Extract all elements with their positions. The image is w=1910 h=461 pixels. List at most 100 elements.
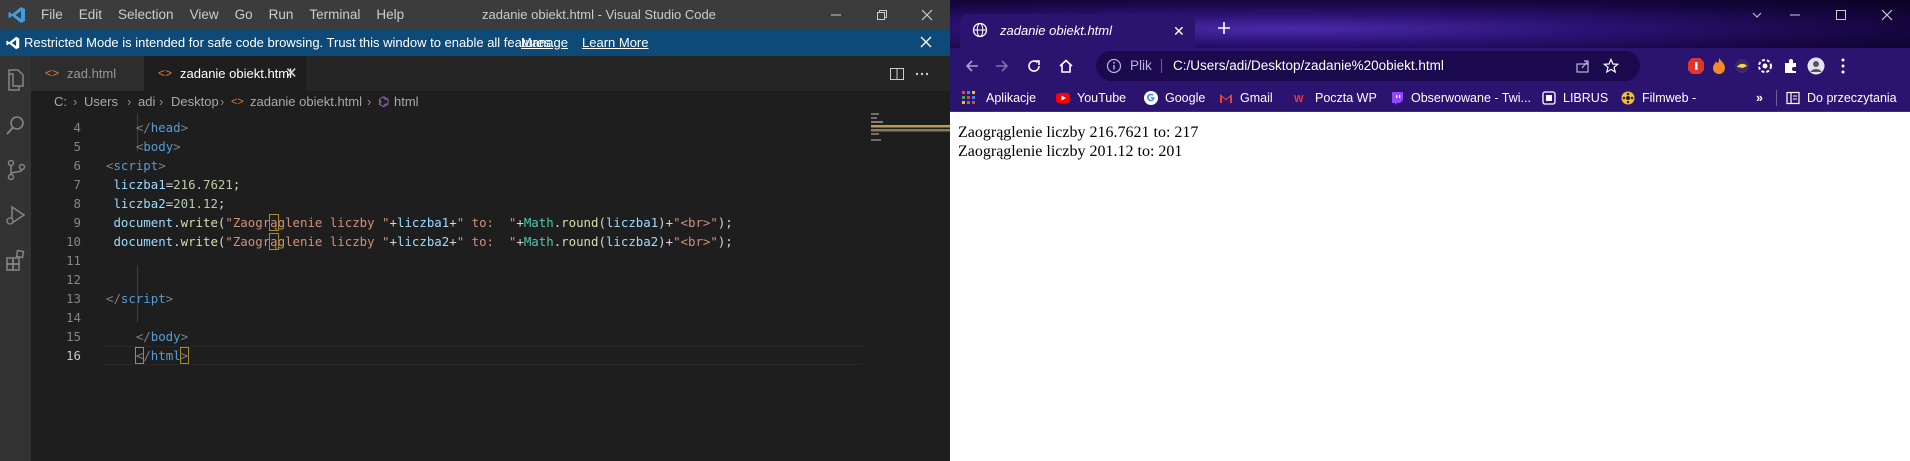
bookmark-filmweb[interactable]: Filmweb - [1621,84,1706,112]
breadcrumb-item[interactable]: C: [54,91,67,113]
close-icon[interactable] [918,34,934,50]
code-line[interactable]: 14 [31,308,831,327]
code-token: liczba2 [605,234,659,249]
breadcrumb-item[interactable]: zadanie obiekt.html [250,91,362,113]
manage-link[interactable]: Manage [521,30,568,56]
code-line[interactable]: 11 [31,251,831,270]
menu-edit[interactable]: Edit [71,0,110,30]
breadcrumb-item[interactable]: html [394,91,419,113]
browser-tab[interactable]: zadanie obiekt.html ✕ [960,14,1195,48]
code-text: </head> [106,118,188,137]
back-button[interactable] [960,54,984,78]
profile-avatar-icon[interactable] [1807,57,1825,75]
learn-more-link[interactable]: Learn More [582,30,648,56]
extension-adblock-icon[interactable] [1687,57,1705,75]
tab-zadanie-obiekt-html[interactable]: <> zadanie obiekt.html ✕ [144,56,306,91]
bookmark-poczta-wp[interactable]: W Poczta WP [1294,84,1389,112]
code-line[interactable]: 8 liczba2=201.12; [31,194,831,213]
code-line[interactable]: 4 </head> [31,118,831,137]
code-line[interactable]: 13 </script> [31,289,831,308]
bookmark-google[interactable]: Google [1144,84,1219,112]
split-editor-icon[interactable] [889,66,905,82]
reload-button[interactable] [1022,54,1046,78]
code-line[interactable]: 9 document.write("Zaogrąglenie liczby "+… [31,213,831,232]
code-token: > [180,120,189,135]
minimap[interactable] [871,113,950,143]
info-icon[interactable] [1106,58,1122,74]
code-line[interactable]: 15 </body> [31,327,831,346]
menu-terminal[interactable]: Terminal [301,0,368,30]
code-token: glenie liczby " [277,234,390,249]
reading-list-button[interactable]: Do przeczytania [1786,84,1910,112]
youtube-icon [1056,93,1070,103]
breadcrumb-item[interactable]: adi [138,91,155,113]
extension-fire-icon[interactable] [1710,57,1728,75]
menu-go[interactable]: Go [227,0,261,30]
code-line[interactable]: 5 <body> [31,137,831,156]
window-title: zadanie obiekt.html - Visual Studio Code [482,7,716,22]
restore-icon [877,10,887,20]
page-content: Zaogrąglenie liczby 216.7621 to: 217 Zao… [950,113,1910,461]
run-debug-icon[interactable] [3,202,29,228]
menu-view[interactable]: View [182,0,227,30]
close-window-button[interactable] [904,0,950,30]
editor-tabs: <> zad.html <> zadanie obiekt.html ✕ [31,56,950,91]
url-text[interactable]: C:/Users/adi/Desktop/zadanie%20obiekt.ht… [1173,51,1444,81]
new-tab-button[interactable] [1212,18,1236,42]
star-icon[interactable] [1603,58,1619,74]
extensions-puzzle-icon[interactable] [1782,57,1800,75]
share-icon[interactable] [1575,58,1591,74]
bookmark-gmail[interactable]: Gmail [1219,84,1289,112]
code-token: "Zaogr [225,215,271,230]
code-token: body [150,329,181,344]
breadcrumb-item[interactable]: Users [84,91,118,113]
code-token: ( [598,215,606,230]
extension-bird-icon[interactable] [1733,57,1751,75]
code-line[interactable]: 6 <script> [31,156,831,175]
code-token: glenie liczby " [277,215,390,230]
bookmark-twitch[interactable]: Obserwowane - Twi... [1390,84,1540,112]
line-number: 8 [73,196,81,211]
tab-label: zadanie obiekt.html [180,66,293,81]
bookmark-librus[interactable]: LIBRUS [1542,84,1617,112]
address-bar[interactable]: Plik C:/Users/adi/Desktop/zadanie%20obie… [1096,51,1640,81]
menu-run[interactable]: Run [261,0,302,30]
code-line[interactable]: 7 liczba1=216.7621; [31,175,831,194]
maximize-button[interactable] [1818,0,1864,30]
code-line[interactable]: 10 document.write ("Zaogrąglenie liczby "… [31,232,831,251]
bookmark-youtube[interactable]: YouTube [1056,84,1141,112]
search-icon[interactable] [3,112,29,138]
close-window-button[interactable] [1864,0,1910,30]
restore-button[interactable] [859,0,905,30]
minimize-button[interactable] [1772,0,1818,30]
menu-file[interactable]: File [33,0,71,30]
breadcrumb-item[interactable]: Desktop [171,91,219,113]
close-tab-icon[interactable]: ✕ [1173,14,1185,48]
source-control-icon[interactable] [3,157,29,183]
code-editor[interactable]: 4 </head> 5 <body> 6 <script> 7 liczba1=216.… [31,113,950,461]
minimize-button[interactable] [813,0,859,30]
code-token: ; [232,177,241,192]
extensions-icon[interactable] [3,248,29,274]
more-bookmarks-button[interactable]: » [1756,84,1768,112]
chrome-window: zadanie obiekt.html ✕ Plik C:/Users/adi/… [950,0,1910,461]
code-line[interactable]: 16 </html> [31,346,862,365]
code-token: + [389,215,397,230]
line-number: 13 [66,291,81,306]
menu-help[interactable]: Help [368,0,412,30]
code-line[interactable]: 12 [31,270,831,289]
forward-button[interactable] [990,54,1014,78]
tab-zad-html[interactable]: <> zad.html [31,56,144,91]
menu-selection[interactable]: Selection [110,0,182,30]
home-button[interactable] [1054,54,1078,78]
close-tab-icon[interactable]: ✕ [285,56,298,91]
extension-gear-icon[interactable] [1756,57,1774,75]
explorer-icon[interactable] [3,66,29,92]
bookmark-apps[interactable]: Aplikacje [962,84,1052,112]
code-token: liczba1 [605,215,659,230]
menu-kebab-icon[interactable] [1834,57,1852,75]
maximize-icon [1836,10,1846,20]
vscode-titlebar: File Edit Selection View Go Run Terminal… [0,0,950,30]
google-icon [1144,91,1158,105]
more-actions-icon[interactable] [914,66,930,82]
